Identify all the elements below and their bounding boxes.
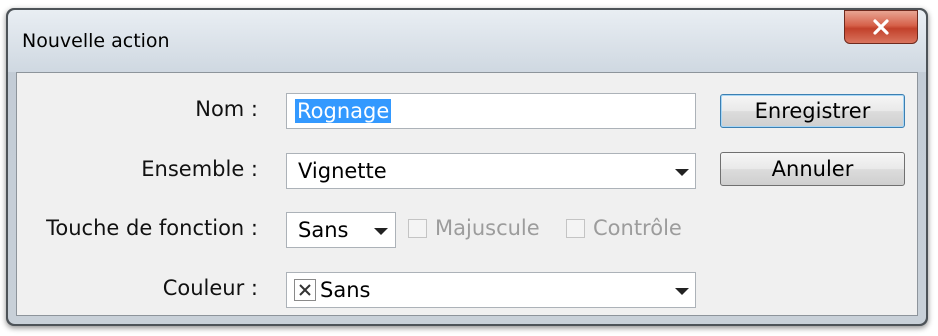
name-label: Nom :	[195, 97, 258, 121]
color-label: Couleur :	[162, 276, 258, 300]
x-icon	[299, 284, 311, 296]
name-input[interactable]: Rognage	[286, 93, 696, 129]
title-bar[interactable]: Nouvelle action	[8, 10, 926, 70]
function-key-label: Touche de fonction :	[46, 216, 258, 240]
cancel-button[interactable]: Annuler	[720, 152, 905, 186]
save-button[interactable]: Enregistrer	[720, 94, 905, 128]
dialog-content: Nom : Rognage Ensemble : Vignette Touche…	[16, 72, 918, 316]
chevron-down-icon	[374, 228, 388, 235]
close-icon	[873, 19, 889, 35]
set-label: Ensemble :	[141, 157, 258, 181]
color-dropdown[interactable]: Sans	[286, 272, 696, 308]
color-swatch	[294, 279, 316, 301]
control-checkbox[interactable]	[566, 219, 585, 238]
close-button[interactable]	[844, 10, 918, 44]
dialog-title: Nouvelle action	[22, 30, 170, 52]
dialog-frame: Nouvelle action Nom : Rognage Ensemble :…	[8, 10, 926, 324]
color-dropdown-value: Sans	[320, 278, 371, 302]
set-dropdown[interactable]: Vignette	[286, 153, 696, 189]
set-dropdown-value: Vignette	[298, 159, 387, 183]
control-label: Contrôle	[593, 216, 682, 240]
shift-checkbox[interactable]	[408, 219, 427, 238]
dialog-window: Nouvelle action Nom : Rognage Ensemble :…	[6, 8, 928, 326]
function-key-dropdown[interactable]: Sans	[286, 212, 396, 248]
shift-label: Majuscule	[435, 216, 540, 240]
function-key-value: Sans	[298, 218, 349, 242]
chevron-down-icon	[675, 169, 689, 176]
name-input-value: Rognage	[295, 99, 392, 123]
chevron-down-icon	[675, 288, 689, 295]
